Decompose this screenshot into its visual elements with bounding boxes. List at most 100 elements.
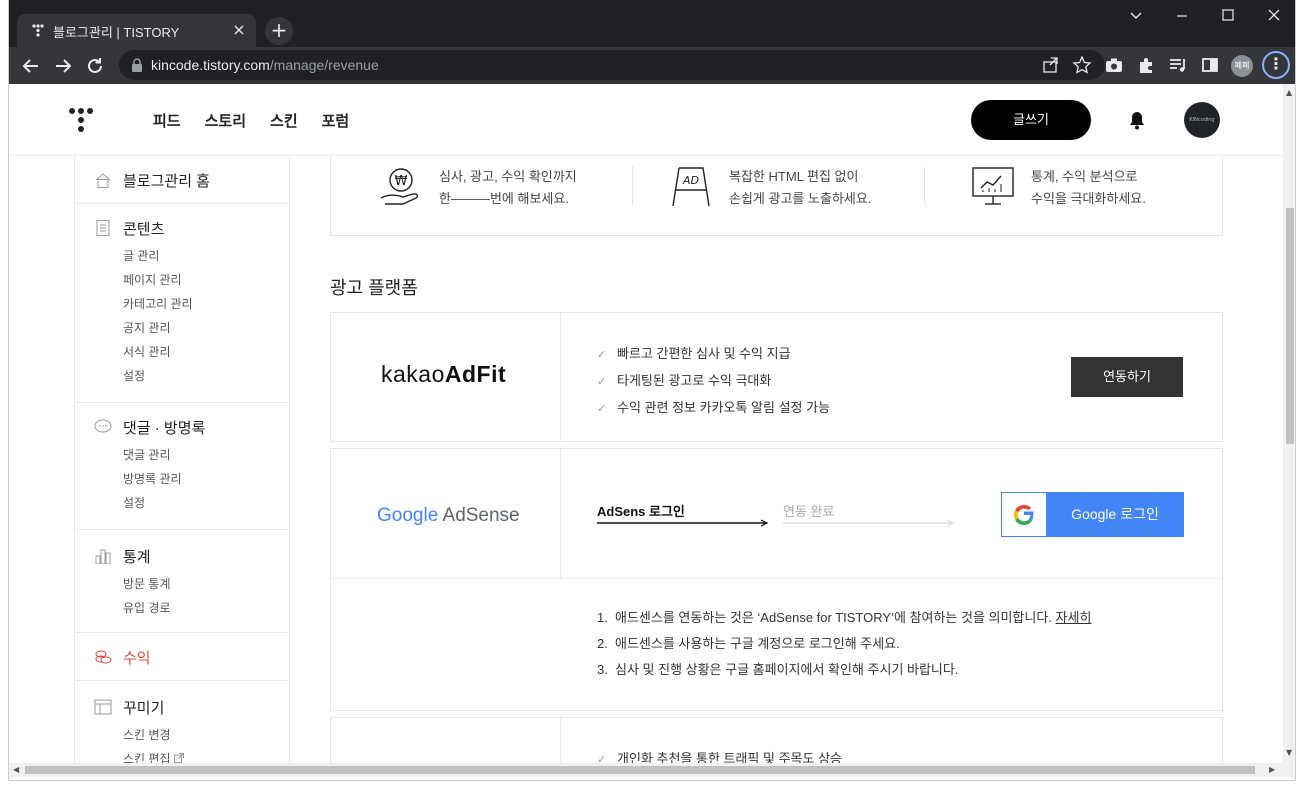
intro-ads-line1: 복잡한 HTML 편집 없이: [729, 169, 859, 184]
scroll-down-icon[interactable]: ▼: [1286, 748, 1292, 757]
sidebar-home-section: 블로그관리 홈: [75, 156, 289, 204]
adsense-divider: [331, 578, 1222, 579]
vertical-scroll-thumb[interactable]: [1286, 208, 1294, 444]
sidebar-subitem-categories[interactable]: 카테고리 관리: [123, 292, 193, 316]
sidebar-section-contents: 콘텐츠 글 관리 페이지 관리 카테고리 관리 공지 관리 서식 관리 설정: [75, 204, 289, 403]
gnb-item-forum[interactable]: 포럼: [322, 110, 350, 131]
adsense-logo-column: Google AdSense: [331, 449, 561, 578]
third-logo-column: [331, 718, 561, 763]
details-link[interactable]: 자세히: [1056, 610, 1092, 625]
sidebar-stats-submenu: 방문 통계 유입 경로: [75, 572, 171, 620]
google-g-icon: [1002, 493, 1046, 536]
edit-skin-label: 스킨 편집: [123, 752, 171, 763]
gnb-item-skin[interactable]: 스킨: [270, 110, 298, 131]
google-login-button[interactable]: Google 로그인: [1001, 492, 1184, 537]
check-icon: ✓: [597, 349, 607, 361]
sidebar-subitem-notices[interactable]: 공지 관리: [123, 316, 193, 340]
adsense-note-2: 2. 애드센스를 사용하는 구글 계정으로 로그인해 주세요.: [597, 633, 900, 652]
gnb-item-feed[interactable]: 피드: [153, 110, 181, 131]
adsense-logo-google: Google: [377, 505, 439, 526]
note-text: 심사 및 진행 상황은 구글 홈페이지에서 확인해 주시기 바랍니다.: [615, 662, 959, 677]
scroll-up-icon[interactable]: ▲: [1286, 88, 1292, 97]
sidebar-subitem-change-skin[interactable]: 스킨 변경: [123, 723, 184, 747]
camera-icon[interactable]: [1104, 55, 1124, 75]
bookmark-star-icon[interactable]: [1072, 55, 1092, 75]
third-feature-text: 개인화 추천을 통한 트래픽 및 주목도 상승: [617, 751, 842, 763]
notification-bell-icon[interactable]: [1127, 110, 1147, 130]
sidebar-subitem-pages[interactable]: 페이지 관리: [123, 268, 193, 292]
admin-sidebar: 블로그관리 홈 콘텐츠 글 관리 페이지 관리 카테고리 관리 공지 관리 서식…: [74, 156, 290, 763]
sidebar-item-contents[interactable]: 콘텐츠: [75, 216, 289, 240]
sidebar-subitem-comments[interactable]: 댓글 관리: [123, 443, 182, 467]
browser-tab[interactable]: 블로그관리 | TISTORY ×: [17, 14, 256, 47]
sidebar-item-home[interactable]: 블로그관리 홈: [75, 168, 289, 192]
sidebar-subitem-referrers[interactable]: 유입 경로: [123, 596, 171, 620]
new-tab-button[interactable]: +: [265, 17, 293, 45]
sidebar-contents-submenu: 글 관리 페이지 관리 카테고리 관리 공지 관리 서식 관리 설정: [75, 244, 193, 388]
extensions-puzzle-icon[interactable]: [1136, 55, 1156, 75]
web-page: 피드 스토리 스킨 포럼 글쓰기 KINcoding 블로그관리 홈 콘텐츠 글…: [9, 84, 1283, 763]
scroll-right-icon[interactable]: ▶: [1269, 765, 1275, 774]
sidebar-subitem-comment-settings[interactable]: 설정: [123, 491, 182, 515]
tab-search-icon[interactable]: [1113, 4, 1159, 26]
vertical-scrollbar[interactable]: ▲ ▼: [1283, 84, 1295, 763]
document-icon: [96, 220, 110, 236]
tab-title: 블로그관리 | TISTORY: [53, 25, 180, 40]
media-queue-icon[interactable]: [1168, 55, 1188, 75]
horizontal-scrollbar[interactable]: ◀ ▶: [9, 763, 1295, 777]
google-login-label: Google 로그인: [1071, 506, 1159, 522]
adfit-feature-text: 타게팅된 광고로 수익 극대화: [617, 373, 772, 388]
browser-window: 블로그관리 | TISTORY × + kincode.tistory.com/…: [8, 0, 1296, 781]
adfit-feature-text: 수익 관련 정보 카카오톡 알림 설정 가능: [617, 400, 831, 415]
sidebar-subitem-posts[interactable]: 글 관리: [123, 244, 193, 268]
user-avatar[interactable]: KINcoding: [1184, 102, 1220, 138]
address-bar[interactable]: kincode.tistory.com/manage/revenue: [119, 50, 1105, 80]
horizontal-scroll-thumb[interactable]: [25, 766, 1255, 774]
third-platform-card: ✓ 개인화 추천을 통한 트래픽 및 주목도 상승: [330, 717, 1223, 763]
adfit-connect-button[interactable]: 연동하기: [1071, 357, 1183, 397]
sidebar-subitem-guestbook[interactable]: 방명록 관리: [123, 467, 182, 491]
sidebar-contents-label: 콘텐츠: [123, 221, 165, 238]
monitor-chart-icon: [972, 167, 1014, 205]
intro-divider: [632, 166, 633, 206]
profile-avatar[interactable]: 폐폐: [1231, 55, 1253, 77]
adsense-note-3: 3. 심사 및 진행 상황은 구글 홈페이지에서 확인해 주시기 바랍니다.: [597, 659, 958, 678]
sidebar-subitem-visit-stats[interactable]: 방문 통계: [123, 572, 171, 596]
sidebar-item-stats[interactable]: 통계: [75, 544, 289, 568]
tistory-logo-icon[interactable]: [67, 106, 95, 134]
sidebar-item-revenue[interactable]: 수익: [75, 645, 289, 669]
adsense-logo-product: AdSense: [442, 505, 520, 526]
write-post-button[interactable]: 글쓰기: [971, 100, 1091, 140]
browser-menu-button[interactable]: ⋮: [1262, 51, 1290, 79]
adfit-feature: ✓ 타게팅된 광고로 수익 극대화: [597, 370, 771, 389]
sidebar-subitem-edit-skin[interactable]: 스킨 편집: [123, 747, 184, 763]
tab-strip: 블로그관리 | TISTORY × +: [9, 0, 1296, 47]
adsense-note-1: 1. 애드센스를 연동하는 것은 ‘AdSense for TISTORY’에 참…: [597, 607, 1091, 626]
reload-icon[interactable]: [82, 53, 108, 79]
side-panel-icon[interactable]: [1200, 55, 1220, 75]
sidebar-item-comments[interactable]: 댓글 · 방명록: [75, 415, 289, 439]
note-text: 애드센스를 연동하는 것은 ‘AdSense for TISTORY’에 참여하…: [615, 610, 1056, 625]
note-text: 애드센스를 사용하는 구글 계정으로 로그인해 주세요.: [615, 636, 900, 651]
ad-board-icon: AD: [672, 167, 710, 207]
sidebar-subitem-templates[interactable]: 서식 관리: [123, 340, 193, 364]
step-link-complete: 연동 완료: [783, 504, 835, 519]
note-number: 1.: [597, 610, 608, 625]
step-arrow-active: [597, 519, 769, 527]
maximize-icon[interactable]: [1205, 4, 1251, 26]
minimize-icon[interactable]: [1159, 4, 1205, 26]
sidebar-stats-label: 통계: [123, 549, 151, 566]
sidebar-item-design[interactable]: 꾸미기: [75, 695, 289, 719]
gnb-item-story[interactable]: 스토리: [205, 110, 246, 131]
scroll-left-icon[interactable]: ◀: [13, 765, 19, 774]
window-close-icon[interactable]: [1251, 4, 1296, 26]
share-icon[interactable]: [1041, 55, 1061, 75]
svg-text:₩: ₩: [395, 174, 408, 189]
step-arrow-inactive: [783, 519, 955, 527]
forward-arrow-icon[interactable]: [50, 53, 76, 79]
tab-close-icon[interactable]: ×: [230, 21, 248, 39]
note-number: 2.: [597, 636, 608, 651]
url-text: kincode.tistory.com/manage/revenue: [151, 57, 379, 73]
back-arrow-icon[interactable]: [18, 53, 44, 79]
sidebar-subitem-content-settings[interactable]: 설정: [123, 364, 193, 388]
